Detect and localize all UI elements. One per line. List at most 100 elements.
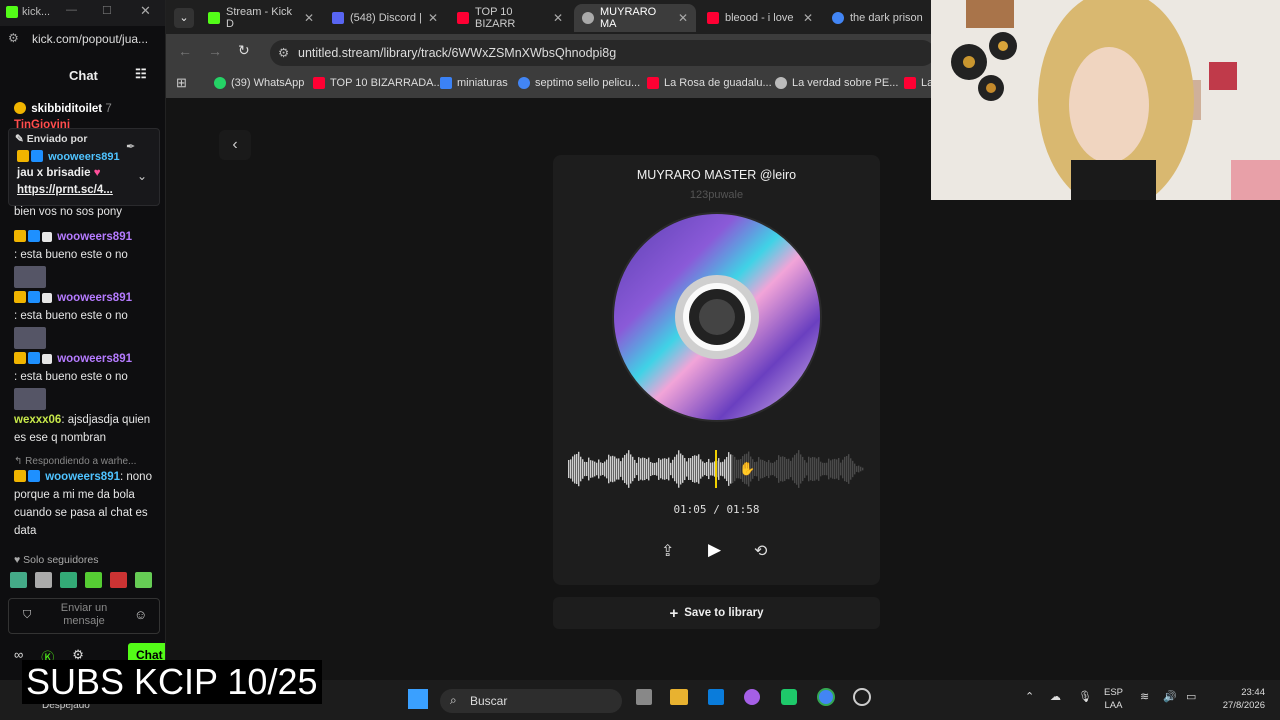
emote-icon[interactable] (85, 572, 102, 588)
stream-subs-overlay: SUBS KCIP 10/25 (22, 660, 322, 704)
discord-favicon-icon (332, 12, 344, 24)
chat-message-input[interactable]: ⛉ Enviar un mensaje ☺ (8, 598, 160, 634)
emote-icon[interactable] (135, 572, 152, 588)
address-url: untitled.stream/library/track/6WWxZSMnXW… (298, 46, 617, 60)
chat-titlebar: kick... — ☐ ✕ (0, 0, 165, 26)
bookmark-la-rosa[interactable]: La Rosa de guadalu... (647, 77, 772, 89)
save-to-library-button[interactable]: + Save to library (553, 597, 880, 629)
users-icon[interactable]: ☷ (135, 66, 147, 82)
repeat-icon[interactable]: ⟲ (754, 541, 767, 561)
bookmark-top10[interactable]: TOP 10 BIZARRADA... (313, 77, 443, 89)
emote-icon[interactable] (10, 572, 27, 588)
clock[interactable]: 23:44 27/8/2026 (1213, 686, 1265, 712)
waveform-seekbar[interactable] (568, 450, 864, 488)
task-view-icon[interactable] (636, 689, 652, 705)
heart-icon: ♥ (14, 554, 21, 566)
chat-username[interactable]: wooweers891 (45, 471, 120, 483)
site-info-icon[interactable]: ⚙ (278, 45, 289, 60)
close-tab-icon[interactable]: ✕ (304, 11, 314, 25)
close-tab-icon[interactable]: ✕ (678, 11, 688, 25)
reload-icon[interactable]: ↻ (238, 42, 250, 59)
forward-arrow-icon[interactable]: → (208, 43, 222, 59)
taskbar-search[interactable]: ⌕ Buscar (440, 689, 622, 713)
current-time: 01:05 (673, 503, 707, 516)
chat-message-0: bien vos no sos pony (14, 206, 123, 218)
address-bar[interactable]: ⚙ untitled.stream/library/track/6WWxZSMn… (270, 40, 935, 66)
close-tab-icon[interactable]: ✕ (803, 11, 813, 25)
bookmark-la[interactable]: La (904, 77, 933, 89)
back-chevron-icon[interactable]: ‹ (219, 130, 251, 160)
copilot-icon[interactable] (744, 689, 760, 705)
bookmark-la-verdad[interactable]: La verdad sobre PE... (775, 77, 898, 89)
chat-url-text: kick.com/popout/jua... (32, 32, 149, 46)
close-tab-icon[interactable]: ✕ (553, 11, 563, 25)
tab-dark-prison[interactable]: the dark prison (824, 4, 931, 32)
emote-bar (10, 572, 154, 588)
tab-discord[interactable]: (548) Discord | ✕ (324, 4, 446, 32)
plus-icon: + (669, 604, 679, 622)
battery-icon[interactable]: ▭ (1186, 690, 1196, 703)
pinned-link[interactable]: https://prnt.sc/4... (17, 184, 113, 196)
pinned-label: Enviado por (26, 133, 88, 145)
chat-message-3: wooweers891 : esta bueno este o no (14, 350, 154, 416)
tab-kick-stream[interactable]: Stream - Kick D ✕ (200, 4, 322, 32)
wifi-icon[interactable]: ≋ (1140, 690, 1149, 703)
emote-icon[interactable] (110, 572, 127, 588)
apps-grid-icon[interactable]: ⊞ (176, 75, 187, 91)
play-icon[interactable]: ▶ (708, 540, 721, 560)
minimize-icon[interactable]: — (66, 4, 77, 16)
chat-input-placeholder: Enviar un mensaje (60, 602, 108, 627)
language-indicator[interactable]: ESP LAA (1104, 686, 1123, 712)
chat-header-title: Chat (69, 68, 98, 83)
store-icon[interactable] (708, 689, 724, 705)
chat-username[interactable]: wooweers891 (57, 353, 132, 365)
playhead-marker[interactable] (715, 450, 717, 488)
app-green-icon[interactable] (781, 689, 797, 705)
onedrive-icon[interactable]: ☁ (1050, 690, 1061, 703)
pinned-user[interactable]: wooweers891 (48, 151, 120, 163)
chrome-icon[interactable] (817, 688, 835, 706)
chat-username[interactable]: wooweers891 (57, 231, 132, 243)
chat-message-wexxx: wexxx06: ajsdjasdja quien es ese q nombr… (14, 411, 154, 447)
close-tab-icon[interactable]: ✕ (428, 11, 438, 25)
windows-start-icon[interactable] (408, 689, 428, 709)
bookmark-miniaturas[interactable]: miniaturas (440, 77, 508, 89)
chat-url-bar[interactable]: ⚙ kick.com/popout/jua... (0, 27, 165, 51)
maximize-icon[interactable]: ☐ (102, 4, 112, 17)
chat-window-title: kick... (22, 6, 51, 18)
track-artist[interactable]: 123puwale (553, 189, 880, 201)
site-settings-icon[interactable]: ⚙ (8, 31, 19, 45)
page-content-right (931, 200, 1280, 680)
show-hidden-icons-icon[interactable]: ⌃ (1025, 690, 1034, 703)
hand-cursor-icon: ✋ (739, 461, 756, 476)
share-icon[interactable]: ⇪ (661, 541, 674, 561)
unpin-icon[interactable]: ✒ (126, 140, 135, 153)
chat-username[interactable]: wexxx06 (14, 414, 61, 426)
chat-message-text: : esta bueno este o no (14, 249, 128, 261)
emote-icon[interactable] (35, 572, 52, 588)
pinned-text: jau x brisadie (17, 167, 91, 179)
close-icon[interactable]: ✕ (140, 3, 151, 19)
microphone-icon[interactable]: 🎙 (1078, 690, 1092, 703)
chevron-down-icon[interactable]: ⌄ (137, 169, 147, 183)
volume-icon[interactable]: 🔊 (1163, 690, 1177, 703)
back-arrow-icon[interactable]: ← (178, 43, 192, 59)
total-duration: 01:58 (726, 503, 760, 516)
chat-message-1: wooweers891 : esta bueno este o no (14, 228, 154, 294)
obs-icon[interactable] (853, 688, 871, 706)
emoji-icon[interactable]: ☺ (134, 607, 147, 622)
bookmark-septimo-sello[interactable]: septimo sello pelicu... (518, 77, 640, 89)
pinned-message[interactable]: ✎ Enviado por ✒ wooweers891 jau x brisad… (8, 128, 160, 206)
tab-search-icon[interactable]: ⌄ (174, 8, 194, 28)
tab-bleood[interactable]: bleood - i love ✕ (699, 4, 821, 32)
top-user-name[interactable]: skibbiditoilet (31, 103, 102, 115)
chat-username[interactable]: wooweers891 (57, 292, 132, 304)
google-icon (518, 77, 530, 89)
emote-icon[interactable] (60, 572, 77, 588)
tab-top10[interactable]: TOP 10 BIZARR ✕ (449, 4, 571, 32)
chat-message-text: : esta bueno este o no (14, 310, 128, 322)
bookmark-whatsapp[interactable]: (39) WhatsApp (214, 77, 304, 89)
tab-muyraro-active[interactable]: MUYRARO MA ✕ (574, 4, 696, 32)
bookmarks-bar: ⊞ (39) WhatsApp TOP 10 BIZARRADA... mini… (166, 70, 933, 98)
file-explorer-icon[interactable] (670, 689, 688, 705)
